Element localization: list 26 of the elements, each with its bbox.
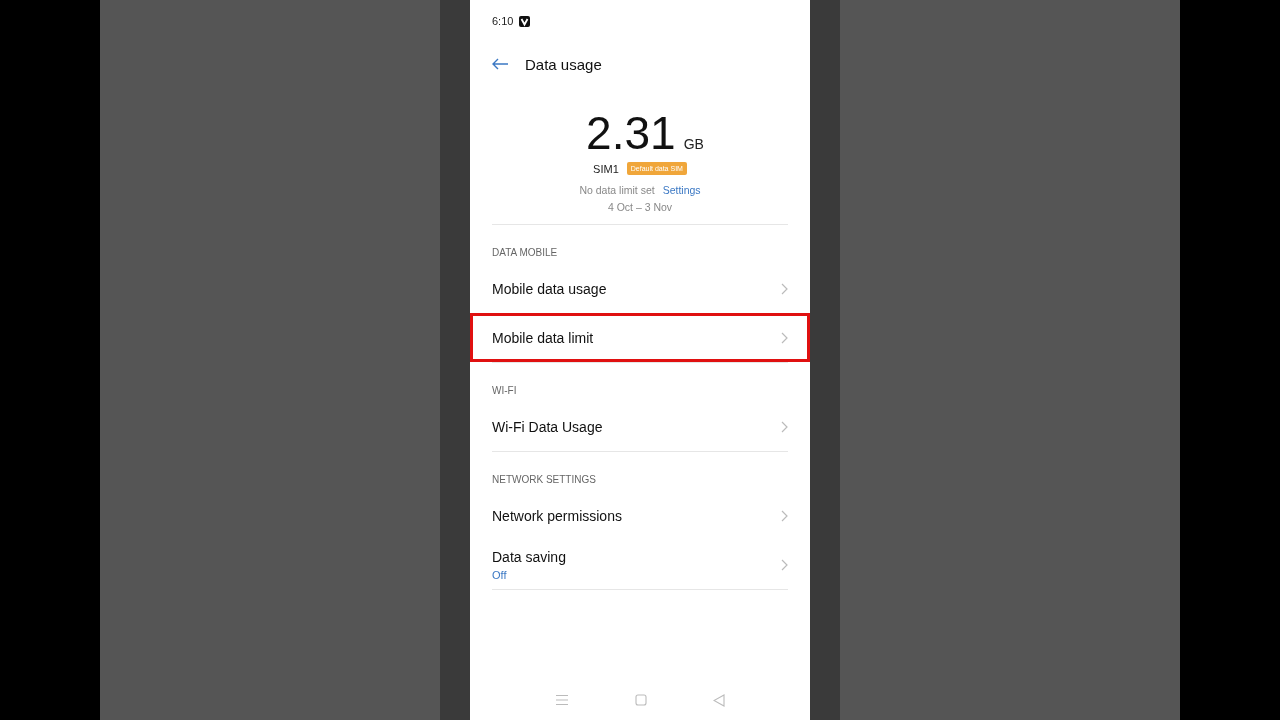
page-title: Data usage <box>525 55 602 73</box>
home-icon[interactable] <box>635 694 647 706</box>
chevron-icon <box>781 509 788 522</box>
limit-status: No data limit set <box>579 184 655 196</box>
settings-item[interactable]: Wi-Fi Data Usage <box>470 402 810 451</box>
back-arrow-icon[interactable] <box>491 58 509 70</box>
chevron-icon <box>781 420 788 433</box>
usage-amount: 2.31 <box>586 108 676 158</box>
chevron-icon <box>781 558 788 571</box>
usage-unit: GB <box>683 136 704 152</box>
settings-link[interactable]: Settings <box>662 184 701 196</box>
sim-label: SIM1 <box>593 162 619 175</box>
chevron-icon <box>781 331 788 344</box>
settings-item[interactable]: Network permissions <box>470 491 810 540</box>
status-time: 6:10 <box>492 15 514 27</box>
menu-icon[interactable] <box>555 694 569 706</box>
section-header: DATA MOBILE <box>492 246 559 260</box>
back-icon[interactable] <box>713 693 725 707</box>
settings-item[interactable]: Mobile data usage <box>470 264 810 313</box>
settings-item[interactable]: Data saving Off <box>470 540 810 589</box>
chevron-icon <box>781 282 788 295</box>
section-header: WI-FI <box>492 384 518 398</box>
billing-period: 4 Oct – 3 Nov <box>607 201 673 213</box>
notification-icon <box>519 15 531 27</box>
settings-item[interactable]: Mobile data limit <box>470 313 810 362</box>
section-header: NETWORK SETTINGS <box>492 473 597 487</box>
